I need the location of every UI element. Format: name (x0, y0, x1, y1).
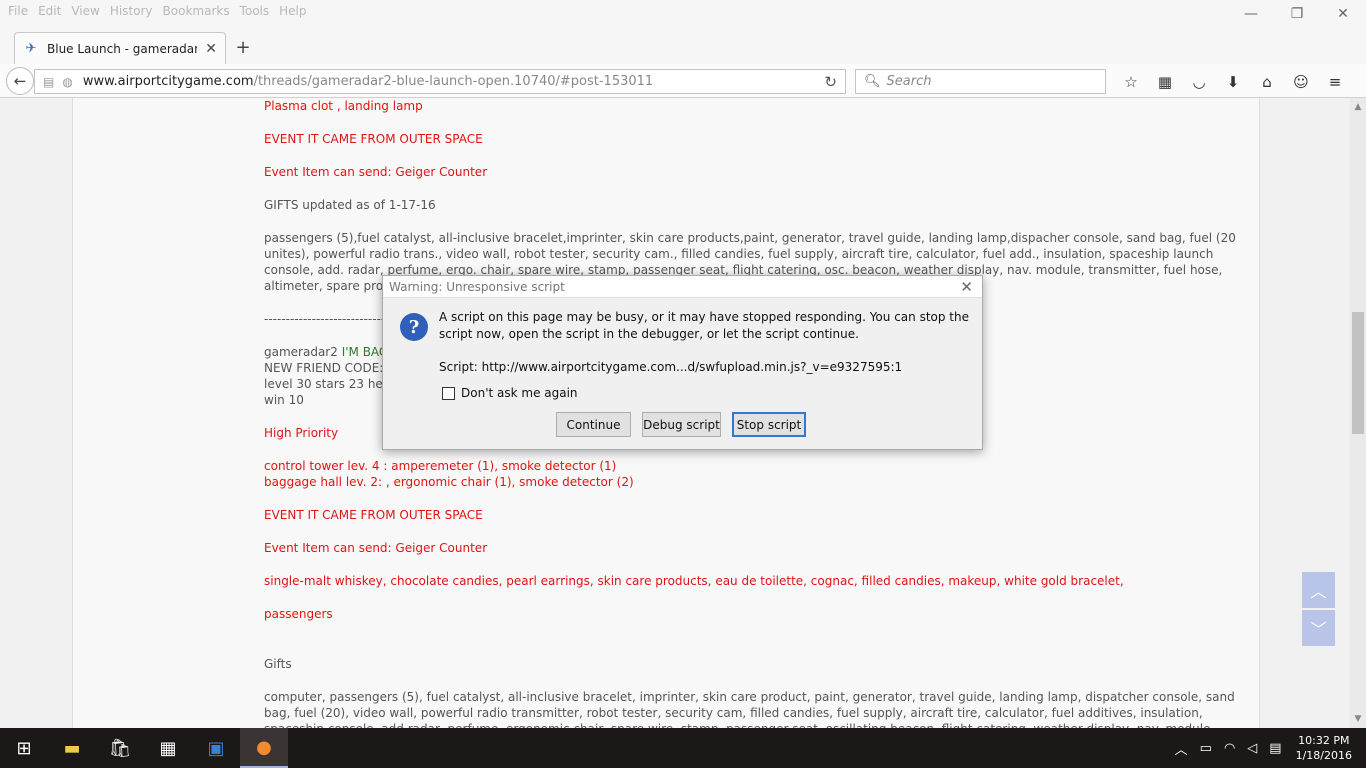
gifts-updated: GIFTS updated as of 1-17-16 (264, 198, 436, 212)
reading-list-icon[interactable]: ▦ (1148, 69, 1182, 94)
clock-date: 1/18/2016 (1295, 749, 1352, 762)
menu-file[interactable]: File (6, 4, 30, 18)
debug-script-button[interactable]: Debug script (642, 412, 721, 437)
scroll-up-arrow-icon[interactable]: ▲ (1350, 102, 1366, 112)
gifts-heading: Gifts (264, 657, 292, 671)
user-name[interactable]: gameradar2 (264, 345, 342, 359)
start-windows-icon[interactable]: ⊞ (0, 728, 48, 768)
menu-tools[interactable]: Tools (238, 4, 272, 18)
back-button[interactable]: ← (6, 67, 34, 95)
url-text[interactable]: www.airportcitygame.com/threads/gamerada… (83, 74, 653, 89)
pocket-icon[interactable]: ◡ (1182, 69, 1216, 94)
scroll-to-bottom-button[interactable]: ﹀ (1302, 610, 1335, 646)
stop-script-button[interactable]: Stop script (732, 412, 806, 437)
scrollbar-thumb[interactable] (1352, 312, 1364, 434)
reader-view-icon[interactable]: ▤ (43, 75, 54, 89)
calculator-icon[interactable]: ▦ (144, 728, 192, 768)
control-tower-line: control tower lev. 4 : amperemeter (1), … (264, 459, 617, 473)
store-icon[interactable]: 🛍︎ (96, 728, 144, 768)
taskbar: ⊞ ▬ 🛍︎ ▦ ▣ ● ︿ ▭ ◠ ◁ ▤ 10:32 PM 1/18/201… (0, 728, 1366, 768)
home-icon[interactable]: ⌂ (1250, 69, 1284, 94)
downloads-icon[interactable]: ⬇ (1216, 69, 1250, 94)
passengers-line: passengers (264, 607, 333, 621)
smiley-icon[interactable]: ☺ (1284, 69, 1318, 94)
search-bar[interactable]: 🔍︎ Search (855, 69, 1106, 94)
menu-edit[interactable]: Edit (36, 4, 63, 18)
search-placeholder: Search (886, 74, 932, 89)
checkbox-box[interactable] (442, 386, 455, 400)
baggage-hall-line: baggage hall lev. 2: , ergonomic chair (… (264, 475, 634, 489)
event-heading: EVENT IT CAME FROM OUTER SPACE (264, 132, 483, 146)
dialog-buttons: Continue Debug script Stop script (556, 412, 817, 437)
tray-chevron-up-icon[interactable]: ︿ (1175, 739, 1188, 758)
file-explorer-icon[interactable]: ▬ (48, 728, 96, 768)
menu-help[interactable]: Help (277, 4, 308, 18)
question-icon: ? (400, 313, 428, 341)
event-item: Event Item can send: Geiger Counter (264, 165, 488, 179)
globe-icon: ◍ (62, 74, 73, 89)
dialog-close-icon[interactable]: ✕ (960, 278, 973, 296)
checkbox-label: Don't ask me again (461, 386, 578, 400)
battery-icon[interactable]: ▭ (1200, 741, 1212, 756)
dont-ask-checkbox[interactable]: Don't ask me again (442, 386, 578, 400)
wifi-icon[interactable]: ◠ (1224, 741, 1235, 756)
scroll-down-arrow-icon[interactable]: ▼ (1350, 714, 1366, 724)
clock-time: 10:32 PM (1298, 734, 1350, 747)
url-path: /threads/gameradar2-blue-launch-open.107… (253, 74, 654, 89)
scroll-to-top-button[interactable]: ︿ (1302, 572, 1335, 608)
toolbar-icons: ☆ ▦ ◡ ⬇ ⌂ ☺ ≡ (1114, 69, 1352, 94)
url-domain: www.airportcitygame.com (82, 74, 254, 89)
system-tray: ︿ ▭ ◠ ◁ ▤ 10:32 PM 1/18/2016 (1169, 728, 1366, 768)
page-scrollbar[interactable]: ▲ ▼ (1350, 98, 1366, 728)
airport-city-app-icon[interactable]: ▣ (192, 728, 240, 768)
event-heading-2: EVENT IT CAME FROM OUTER SPACE (264, 508, 483, 522)
url-bar[interactable]: ▤ ◍ www.airportcitygame.com/threads/game… (34, 69, 846, 94)
menu-view[interactable]: View (69, 4, 101, 18)
tab-strip: ✈ Blue Launch - gameradar2... ✕ + (0, 22, 1366, 64)
menu-bookmarks[interactable]: Bookmarks (161, 4, 232, 18)
event-item-2: Event Item can send: Geiger Counter (264, 541, 488, 555)
continue-button[interactable]: Continue (556, 412, 631, 437)
wish-list: single-malt whiskey, chocolate candies, … (264, 574, 1124, 588)
firefox-icon[interactable]: ● (240, 728, 288, 768)
volume-icon[interactable]: ◁ (1247, 741, 1257, 756)
tab-close-icon[interactable]: ✕ (205, 41, 217, 57)
rocket-favicon-icon: ✈ (25, 41, 37, 56)
dialog-message: A script on this page may be busy, or it… (439, 310, 969, 341)
unresponsive-script-dialog: Warning: Unresponsive script ✕ ? A scrip… (382, 275, 983, 450)
dialog-title: Warning: Unresponsive script (383, 276, 982, 298)
clock[interactable]: 10:32 PM 1/18/2016 (1296, 733, 1352, 763)
notifications-icon[interactable]: ▤ (1269, 741, 1281, 756)
tab-title: Blue Launch - gameradar2... (47, 41, 197, 56)
search-icon: 🔍︎ (864, 74, 881, 89)
menu-bar: File Edit View History Bookmarks Tools H… (0, 0, 1366, 22)
dialog-script-url: Script: http://www.airportcitygame.com..… (439, 360, 903, 374)
navigation-bar: ← ▤ ◍ www.airportcitygame.com/threads/ga… (0, 64, 1366, 98)
reload-icon[interactable]: ↻ (824, 73, 837, 91)
menu-hamburger-icon[interactable]: ≡ (1318, 69, 1352, 94)
browser-tab[interactable]: ✈ Blue Launch - gameradar2... ✕ (14, 32, 226, 64)
new-tab-button[interactable]: + (232, 36, 254, 58)
bookmark-star-icon[interactable]: ☆ (1114, 69, 1148, 94)
post-line: Plasma clot , landing lamp (264, 99, 423, 113)
menu-history[interactable]: History (108, 4, 155, 18)
